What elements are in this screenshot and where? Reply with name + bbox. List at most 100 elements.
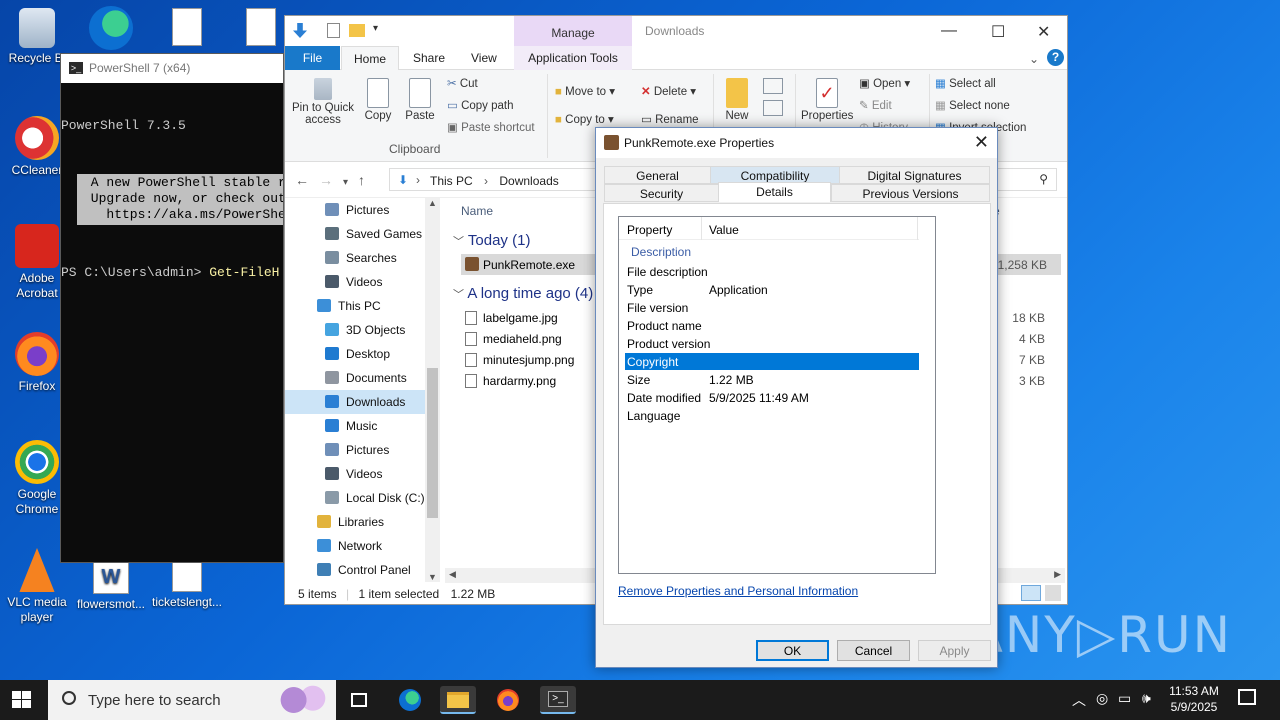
paste-button[interactable]: Paste bbox=[401, 78, 439, 122]
powershell-titlebar[interactable]: >_ PowerShell 7 (x64) bbox=[61, 54, 283, 83]
chevron-down-icon[interactable]: ▾ bbox=[373, 23, 378, 34]
taskbar-search[interactable]: Type here to search bbox=[48, 680, 336, 720]
paste-shortcut-button[interactable]: ▣ Paste shortcut bbox=[447, 120, 535, 134]
details-row[interactable]: Type Application bbox=[625, 281, 919, 298]
nav-item-pictures[interactable]: Pictures bbox=[285, 438, 440, 462]
details-view-icon[interactable] bbox=[1021, 585, 1041, 601]
tab-details[interactable]: Details bbox=[718, 182, 831, 202]
column-header-name[interactable]: Name bbox=[461, 204, 493, 218]
meet-now-icon[interactable]: ◎ bbox=[1096, 690, 1108, 707]
desktop-icon-ticketslengt[interactable]: ticketslengt... bbox=[150, 560, 224, 610]
volume-icon[interactable]: 🕪 bbox=[1142, 690, 1151, 707]
nav-item-downloads[interactable]: Downloads bbox=[285, 390, 440, 414]
scroll-down-arrow-icon[interactable]: ▼ bbox=[428, 572, 437, 582]
move-to-button[interactable]: ■ Move to ▾ bbox=[555, 84, 615, 98]
nav-item-control-panel[interactable]: Control Panel bbox=[285, 558, 440, 582]
tab-general[interactable]: General bbox=[604, 166, 711, 184]
copy-path-button[interactable]: ▭ Copy path bbox=[447, 98, 514, 112]
select-none-button[interactable]: ▦ Select none bbox=[935, 98, 1010, 112]
column-header-value[interactable]: Value bbox=[709, 223, 739, 237]
tab-application-tools[interactable]: Application Tools bbox=[514, 46, 632, 70]
clock[interactable]: 11:53 AM 5/9/2025 bbox=[1162, 684, 1226, 714]
nav-scrollbar-thumb[interactable] bbox=[427, 368, 438, 518]
details-row[interactable]: Copyright bbox=[625, 353, 919, 370]
column-header-property[interactable]: Property bbox=[627, 223, 672, 237]
desktop-icon-flowersmot[interactable]: W flowersmot... bbox=[74, 560, 148, 612]
nav-item-music[interactable]: Music bbox=[285, 414, 440, 438]
group-header-long-ago[interactable]: ﹀ A long time ago (4) bbox=[453, 285, 593, 302]
start-button[interactable] bbox=[12, 691, 32, 709]
details-row[interactable]: Size 1.22 MB bbox=[625, 371, 919, 388]
open-button[interactable]: ▣ Open ▾ bbox=[859, 76, 910, 90]
tab-file[interactable]: File bbox=[285, 46, 340, 70]
large-icons-view-icon[interactable] bbox=[1045, 585, 1061, 601]
nav-item-videos[interactable]: Videos bbox=[285, 270, 440, 294]
delete-button[interactable]: ✕ Delete ▾ bbox=[641, 84, 696, 98]
properties-dialog[interactable]: PunkRemote.exe Properties ✕ General Comp… bbox=[595, 127, 998, 668]
up-arrow-icon[interactable]: ↑ bbox=[358, 172, 375, 188]
taskbar-file-explorer[interactable] bbox=[440, 686, 476, 714]
tab-view[interactable]: View bbox=[471, 51, 497, 65]
breadcrumb-downloads[interactable]: Downloads bbox=[499, 174, 558, 188]
powershell-console[interactable]: PowerShell 7.3.5 A new PowerShell stable… bbox=[61, 83, 283, 313]
cut-button[interactable]: ✂ Cut bbox=[447, 76, 478, 90]
group-header-today[interactable]: ﹀ Today (1) bbox=[453, 232, 530, 249]
explorer-titlebar[interactable]: ▾ Manage Downloads — ☐ ✕ bbox=[285, 16, 1067, 46]
address-bar[interactable]: ⬇ › This PC › Downloads bbox=[389, 168, 619, 191]
network-icon[interactable]: ▭ bbox=[1118, 690, 1131, 707]
minimize-button[interactable]: — bbox=[941, 22, 957, 40]
nav-item-network[interactable]: Network bbox=[285, 534, 440, 558]
down-arrow-icon[interactable] bbox=[293, 23, 307, 38]
properties-check-icon[interactable] bbox=[327, 23, 340, 38]
nav-item-libraries[interactable]: Libraries bbox=[285, 510, 440, 534]
details-row[interactable]: Date modified 5/9/2025 11:49 AM bbox=[625, 389, 919, 406]
show-hidden-icons-chevron-icon[interactable]: ︿ bbox=[1072, 690, 1086, 710]
new-item-button[interactable] bbox=[763, 78, 783, 94]
back-arrow-icon[interactable]: ← bbox=[295, 172, 319, 188]
nav-item-this-pc[interactable]: This PC bbox=[285, 294, 440, 318]
details-list[interactable]: Property Value Description File descript… bbox=[618, 216, 936, 574]
tab-home[interactable]: Home bbox=[341, 46, 399, 71]
quick-access-toolbar[interactable]: ▾ bbox=[293, 23, 385, 39]
nav-item-saved-games[interactable]: Saved Games bbox=[285, 222, 440, 246]
task-view-button[interactable] bbox=[342, 686, 378, 714]
forward-arrow-icon[interactable]: → bbox=[319, 172, 343, 188]
cancel-button[interactable]: Cancel bbox=[837, 640, 910, 661]
tab-digital-signatures[interactable]: Digital Signatures bbox=[839, 166, 990, 184]
notifications-icon[interactable] bbox=[1238, 689, 1256, 705]
scroll-up-arrow-icon[interactable]: ▲ bbox=[428, 198, 437, 208]
nav-item-searches[interactable]: Searches bbox=[285, 246, 440, 270]
ok-button[interactable]: OK bbox=[756, 640, 829, 661]
nav-scrollbar[interactable]: ▲ ▼ bbox=[425, 198, 440, 582]
select-all-button[interactable]: ▦ Select all bbox=[935, 76, 996, 90]
remove-properties-link[interactable]: Remove Properties and Personal Informati… bbox=[618, 584, 858, 598]
maximize-button[interactable]: ☐ bbox=[991, 22, 1005, 42]
pin-to-quick-access-button[interactable]: Pin to Quick access bbox=[291, 78, 355, 126]
nav-item-local-disk-c[interactable]: Local Disk (C:) bbox=[285, 486, 440, 510]
details-row[interactable]: Product version bbox=[625, 335, 919, 352]
desktop-icon-edge[interactable] bbox=[74, 6, 148, 53]
rename-button[interactable]: ▭ Rename bbox=[641, 112, 699, 126]
recent-chevron-icon[interactable]: ▾ bbox=[343, 177, 358, 188]
copy-button[interactable]: Copy bbox=[361, 78, 395, 122]
dialog-titlebar[interactable]: PunkRemote.exe Properties ✕ bbox=[596, 128, 997, 158]
scroll-right-arrow-icon[interactable]: ▶ bbox=[1054, 569, 1061, 580]
nav-item-desktop[interactable]: Desktop bbox=[285, 342, 440, 366]
edit-button[interactable]: ✎ Edit bbox=[859, 98, 892, 112]
tab-previous-versions[interactable]: Previous Versions bbox=[831, 184, 990, 202]
properties-button[interactable]: ✓ Properties bbox=[801, 78, 853, 122]
manage-contextual-tab[interactable]: Manage bbox=[514, 16, 632, 46]
taskbar-powershell[interactable]: >_ bbox=[540, 686, 576, 714]
nav-item-pictures[interactable]: Pictures bbox=[285, 198, 440, 222]
taskbar-edge[interactable] bbox=[392, 686, 428, 714]
close-icon[interactable]: ✕ bbox=[974, 132, 989, 153]
scroll-left-arrow-icon[interactable]: ◀ bbox=[449, 569, 456, 580]
chevron-down-icon[interactable]: ⌄ bbox=[1029, 52, 1039, 66]
new-folder-button[interactable]: New bbox=[721, 78, 753, 122]
tab-security[interactable]: Security bbox=[604, 184, 719, 202]
nav-item-documents[interactable]: Documents bbox=[285, 366, 440, 390]
nav-item-3d-objects[interactable]: 3D Objects bbox=[285, 318, 440, 342]
details-row[interactable]: File description bbox=[625, 263, 919, 280]
tab-share[interactable]: Share bbox=[413, 51, 445, 65]
powershell-window[interactable]: >_ PowerShell 7 (x64) PowerShell 7.3.5 A… bbox=[60, 53, 284, 563]
